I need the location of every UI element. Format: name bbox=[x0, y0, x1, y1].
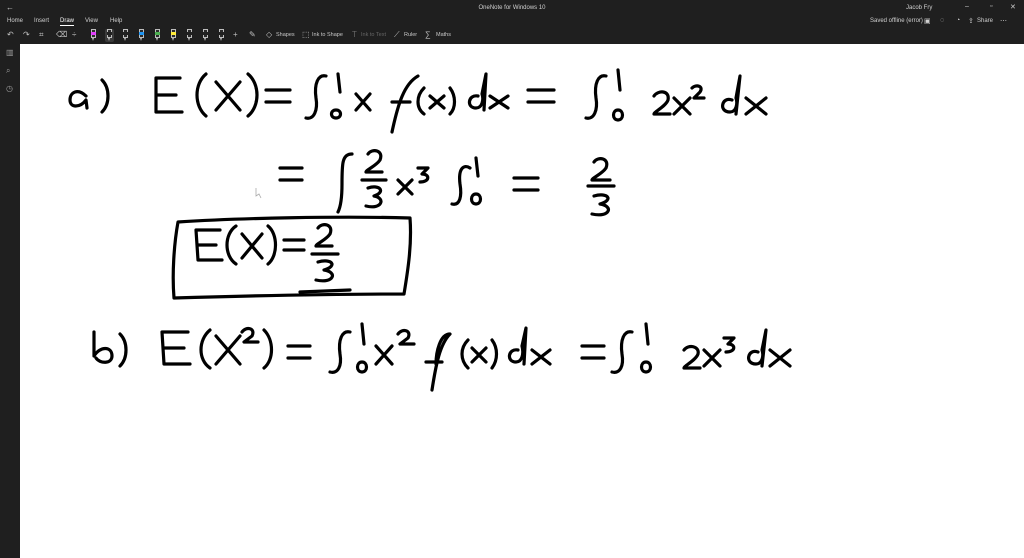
tab-home[interactable]: Home bbox=[7, 18, 23, 24]
boxed-result bbox=[171, 215, 413, 300]
share-button[interactable]: Share bbox=[977, 18, 993, 24]
title-bar: ← OneNote for Windows 10 Jacob Fry – ▫ ✕ bbox=[0, 0, 1024, 16]
expectation-x2 bbox=[160, 326, 312, 370]
pen-color-band bbox=[187, 32, 192, 35]
label-a bbox=[68, 78, 110, 114]
close-button[interactable]: ✕ bbox=[1010, 3, 1016, 11]
pen-color-band bbox=[139, 32, 144, 35]
redo-icon[interactable]: ↷ bbox=[23, 30, 30, 40]
ruler-button[interactable]: Ruler bbox=[404, 32, 417, 38]
minimize-button[interactable]: – bbox=[965, 3, 969, 10]
user-name[interactable]: Jacob Fry bbox=[906, 5, 932, 11]
integral-x-fx bbox=[304, 72, 556, 134]
add-space-icon[interactable]: ÷ bbox=[72, 30, 76, 40]
undo-icon[interactable]: ↶ bbox=[7, 30, 14, 40]
maths-button[interactable]: Maths bbox=[436, 32, 451, 38]
share-icon[interactable]: ⇪ bbox=[968, 17, 974, 25]
pen-magenta[interactable] bbox=[89, 29, 98, 42]
pen-settings-icon[interactable]: ✎ bbox=[249, 30, 256, 40]
integral-2x3 bbox=[610, 322, 792, 374]
bell-icon[interactable]: ◔ bbox=[956, 17, 960, 24]
pen-color-band bbox=[123, 32, 128, 35]
integral-2x2 bbox=[584, 68, 768, 122]
pen-color-band bbox=[171, 32, 176, 35]
pen-black-2[interactable] bbox=[185, 29, 194, 42]
pen-color-band bbox=[219, 32, 224, 35]
eraser-icon[interactable]: ⌫ bbox=[56, 30, 67, 40]
ink-to-shape-icon[interactable]: ⬚ bbox=[302, 30, 310, 40]
lightbulb-icon[interactable]: ◌ bbox=[940, 17, 944, 24]
note-canvas[interactable] bbox=[20, 44, 1024, 558]
expectation-x-a bbox=[154, 72, 292, 118]
draw-toolbar: ↶ ↷ ⌗ ⌫ ÷ + ✎ ◇ Shapes ⬚ Ink to Shape T … bbox=[0, 28, 1024, 44]
label-b bbox=[92, 330, 128, 368]
search-icon[interactable]: ⌕ bbox=[6, 66, 10, 76]
restore-button[interactable]: ▫ bbox=[990, 3, 992, 10]
pen-color-band bbox=[107, 32, 112, 35]
ribbon-tabs: Home Insert Draw View Help Saved offline… bbox=[0, 16, 1024, 28]
handwriting-ink bbox=[68, 68, 792, 392]
left-nav: ▥ ⌕ ◷ bbox=[0, 44, 20, 558]
pen-black-3[interactable] bbox=[201, 29, 210, 42]
sync-status[interactable]: Saved offline (error) bbox=[870, 18, 923, 24]
more-options-icon[interactable]: ⋯ bbox=[1000, 17, 1007, 25]
ink-to-text-button[interactable]: Ink to Text bbox=[361, 32, 386, 38]
notebook-icon[interactable]: ▣ bbox=[924, 17, 931, 25]
pen-black-selected[interactable] bbox=[105, 29, 114, 42]
lasso-select-icon[interactable]: ⌗ bbox=[39, 30, 44, 40]
window-title: OneNote for Windows 10 bbox=[478, 5, 546, 11]
tab-insert[interactable]: Insert bbox=[34, 18, 49, 24]
tab-draw[interactable]: Draw bbox=[60, 18, 75, 26]
ink-to-shape-button[interactable]: Ink to Shape bbox=[312, 32, 343, 38]
pen-blue[interactable] bbox=[137, 29, 146, 42]
mouse-cursor-icon bbox=[255, 188, 262, 199]
tab-view[interactable]: View bbox=[85, 18, 98, 24]
pen-color-band bbox=[155, 32, 160, 35]
antiderivative-step bbox=[278, 149, 616, 217]
shapes-button[interactable]: Shapes bbox=[276, 32, 295, 38]
add-pen-icon[interactable]: + bbox=[233, 30, 238, 40]
shapes-icon[interactable]: ◇ bbox=[266, 30, 272, 40]
maths-icon[interactable]: ∑ bbox=[425, 30, 431, 40]
pen-green[interactable] bbox=[153, 29, 162, 42]
pen-black[interactable] bbox=[121, 29, 130, 42]
highlighter-yellow[interactable] bbox=[169, 29, 178, 42]
integral-x2-fx bbox=[328, 322, 606, 392]
pen-color-band bbox=[203, 32, 208, 35]
pen-color-band bbox=[91, 32, 96, 35]
recent-icon[interactable]: ◷ bbox=[6, 84, 13, 93]
tab-help[interactable]: Help bbox=[110, 18, 122, 24]
ruler-icon[interactable]: ⟋ bbox=[394, 30, 400, 40]
pen-black-4[interactable] bbox=[217, 29, 226, 42]
ink-to-text-icon[interactable]: T bbox=[352, 30, 357, 40]
notebooks-icon[interactable]: ▥ bbox=[6, 48, 14, 57]
